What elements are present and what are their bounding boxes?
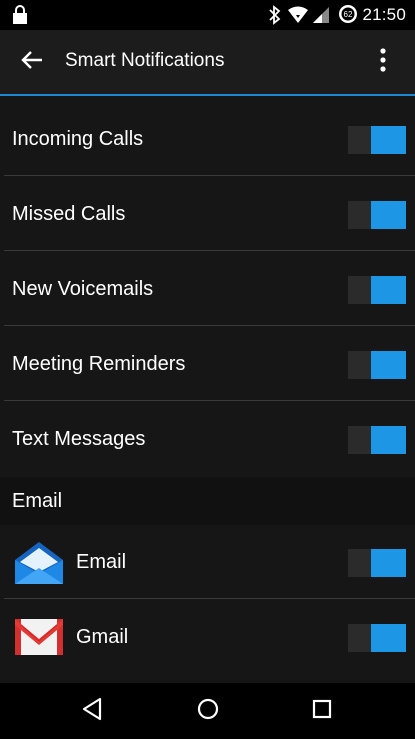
row-divider: [4, 250, 415, 251]
incoming-calls-toggle[interactable]: [348, 126, 406, 154]
meeting-reminders-toggle[interactable]: [348, 351, 406, 379]
status-bar: 62 21:50: [0, 0, 415, 30]
back-button[interactable]: [12, 42, 52, 82]
section-header-label: Email: [12, 490, 63, 512]
setting-label: New Voicemails: [12, 278, 154, 300]
setting-row-text-messages[interactable]: Text Messages: [0, 402, 415, 476]
nav-back-button[interactable]: [72, 691, 112, 731]
gmail-app-toggle[interactable]: [348, 624, 406, 652]
nav-home-button[interactable]: [188, 691, 228, 731]
row-divider: [4, 400, 415, 401]
nav-recents-button[interactable]: [302, 691, 342, 731]
app-row-email[interactable]: Email: [0, 525, 415, 599]
text-messages-toggle[interactable]: [348, 426, 406, 454]
overflow-menu-button[interactable]: [367, 42, 399, 82]
status-time: 21:50: [362, 5, 406, 24]
setting-row-meeting-reminders[interactable]: Meeting Reminders: [0, 327, 415, 401]
toggle-thumb: [371, 276, 406, 304]
toggle-thumb: [371, 351, 406, 379]
row-divider: [4, 325, 415, 326]
setting-row-missed-calls[interactable]: Missed Calls: [0, 177, 415, 251]
page-title: Smart Notifications: [65, 50, 225, 71]
battery-level: 62: [344, 10, 353, 19]
app-label: Email: [76, 551, 127, 573]
row-divider: [4, 598, 415, 599]
toggle-thumb: [371, 624, 406, 652]
setting-label: Incoming Calls: [12, 128, 144, 150]
signal-icon: [312, 6, 330, 29]
setting-label: Meeting Reminders: [12, 353, 186, 375]
setting-label: Text Messages: [12, 428, 146, 450]
settings-list: Incoming Calls Missed Calls New Voicemai…: [0, 96, 415, 683]
app-row-gmail[interactable]: Gmail: [0, 600, 415, 674]
arrow-left-icon: [21, 50, 43, 75]
toggle-thumb: [371, 426, 406, 454]
more-vert-icon: [380, 47, 386, 77]
row-divider: [4, 175, 415, 176]
setting-row-new-voicemails[interactable]: New Voicemails: [0, 252, 415, 326]
setting-row-incoming-calls[interactable]: Incoming Calls: [0, 102, 415, 176]
system-nav-bar: [0, 683, 415, 739]
app-bar: Smart Notifications: [0, 30, 415, 94]
toggle-thumb: [371, 549, 406, 577]
new-voicemails-toggle[interactable]: [348, 276, 406, 304]
lock-icon: [12, 5, 28, 30]
app-label: Gmail: [76, 626, 129, 648]
back-nav-icon: [81, 697, 103, 726]
bluetooth-icon: [268, 5, 282, 30]
setting-label: Missed Calls: [12, 203, 126, 225]
battery-icon: 62: [338, 4, 358, 29]
gmail-app-icon: [13, 617, 65, 663]
wifi-icon: [287, 6, 309, 29]
email-app-icon: [13, 540, 65, 586]
section-header-email: Email: [0, 477, 415, 525]
toggle-thumb: [371, 201, 406, 229]
home-nav-icon: [197, 698, 219, 725]
toggle-thumb: [371, 126, 406, 154]
missed-calls-toggle[interactable]: [348, 201, 406, 229]
email-app-toggle[interactable]: [348, 549, 406, 577]
recents-nav-icon: [312, 699, 332, 724]
